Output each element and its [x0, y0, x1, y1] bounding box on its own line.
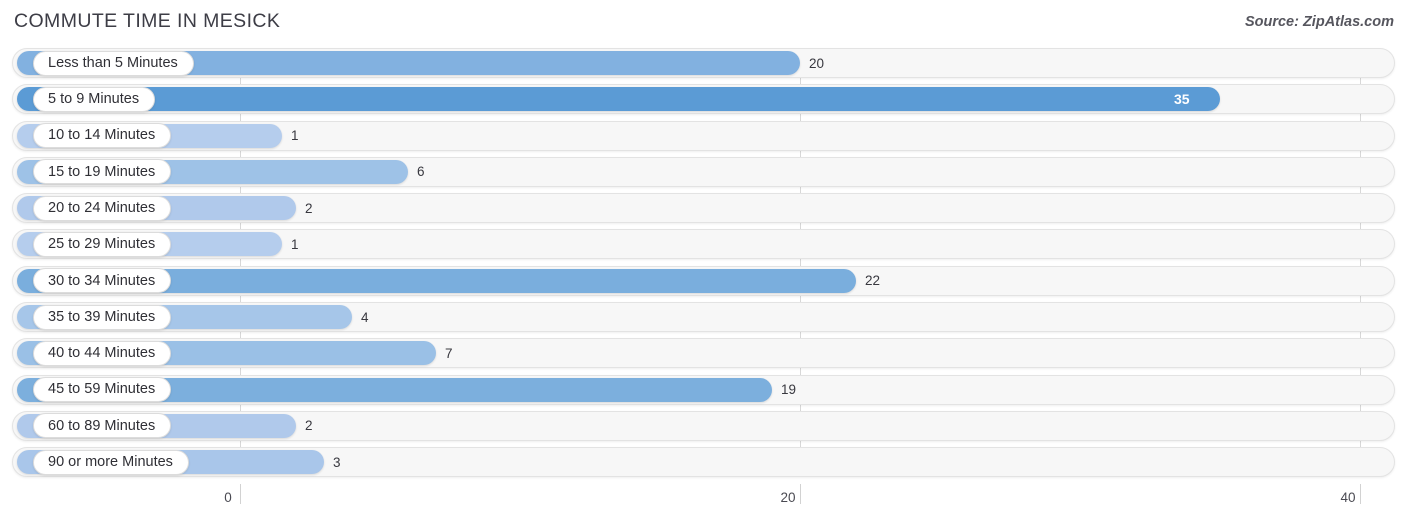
bar-value-label: 6 — [417, 164, 425, 180]
bar-category-label: 40 to 44 Minutes — [33, 340, 172, 366]
bar-category-label: 45 to 59 Minutes — [33, 377, 172, 403]
bar-value-label: 35 — [1174, 91, 1190, 108]
bar-category-label: 30 to 34 Minutes — [33, 268, 172, 294]
bar-row[interactable]: Less than 5 Minutes 20 — [0, 48, 1406, 78]
bar-row[interactable]: 30 to 34 Minutes 22 — [0, 265, 1406, 296]
bar-row[interactable]: 15 to 19 Minutes 6 — [0, 156, 1406, 187]
bar-category-label-text: Less than 5 Minutes — [48, 54, 178, 71]
bar-row[interactable]: 20 to 24 Minutes 2 — [0, 193, 1406, 224]
bar-value-label: 19 — [781, 382, 797, 398]
bar-category-label: 5 to 9 Minutes — [33, 86, 156, 112]
bar-category-label-text: 90 or more Minutes — [48, 454, 173, 471]
bar-row[interactable]: 45 to 59 Minutes 19 — [0, 374, 1406, 405]
bar-row[interactable]: 25 to 29 Minutes 1 — [0, 229, 1406, 260]
tick-label-0: 0 — [224, 490, 232, 505]
bar-category-label: 10 to 14 Minutes — [33, 123, 172, 149]
bar-value-label: 4 — [361, 309, 369, 325]
bar-value-label: 1 — [291, 236, 299, 252]
bar-category-label-text: 60 to 89 Minutes — [48, 417, 156, 434]
bar-category-label: 60 to 89 Minutes — [33, 413, 172, 439]
bar-category-label: 35 to 39 Minutes — [33, 304, 172, 330]
tick-mark-0 — [240, 484, 241, 504]
bar-row[interactable]: 90 or more Minutes 3 — [0, 447, 1406, 478]
bar-category-label: 90 or more Minutes — [33, 449, 189, 475]
bar-row[interactable]: 10 to 14 Minutes 1 — [0, 120, 1406, 151]
bar-fill — [17, 87, 1220, 112]
tick-label-40: 40 — [1340, 490, 1356, 505]
bar-category-label-text: 40 to 44 Minutes — [48, 345, 156, 362]
page-title: COMMUTE TIME IN MESICK — [14, 10, 281, 32]
bar-value-label: 2 — [305, 418, 313, 434]
bar-value-label: 3 — [333, 454, 341, 470]
bar-value-label: 7 — [445, 345, 453, 361]
bar-category-label: 20 to 24 Minutes — [33, 195, 172, 221]
bar-category-label-text: 20 to 24 Minutes — [48, 199, 156, 216]
bar-row[interactable]: 40 to 44 Minutes 7 — [0, 338, 1406, 369]
bar-value-label: 2 — [305, 200, 313, 216]
bar-rows: Less than 5 Minutes 20 5 to 9 Minutes 35 10 … — [0, 48, 1406, 484]
bar-category-label-text: 45 to 59 Minutes — [48, 381, 156, 398]
bar-category-label: 15 to 19 Minutes — [33, 159, 172, 185]
bar-row[interactable]: 60 to 89 Minutes 2 — [0, 410, 1406, 441]
bar-value-label: 22 — [865, 273, 881, 289]
tick-mark-40 — [1360, 484, 1361, 504]
x-axis: 0 20 40 — [0, 484, 1406, 524]
bar-value-label: 20 — [809, 55, 825, 71]
commute-time-bar-chart: COMMUTE TIME IN MESICK Source: ZipAtlas.… — [0, 0, 1406, 524]
source-attribution: Source: ZipAtlas.com — [1244, 14, 1394, 30]
bar-category-label-text: 15 to 19 Minutes — [48, 163, 156, 180]
bar-category-label-text: 5 to 9 Minutes — [48, 91, 140, 108]
bar-category-label: Less than 5 Minutes — [33, 50, 194, 76]
bar-category-label-text: 10 to 14 Minutes — [48, 127, 156, 144]
bar-value-label: 1 — [291, 128, 299, 144]
plot-area: Less than 5 Minutes 20 5 to 9 Minutes 35 10 … — [0, 48, 1406, 484]
tick-mark-20 — [800, 484, 801, 504]
bar-category-label-text: 35 to 39 Minutes — [48, 308, 156, 325]
bar-category-label: 25 to 29 Minutes — [33, 231, 172, 257]
bar-category-label-text: 30 to 34 Minutes — [48, 272, 156, 289]
bar-category-label-text: 25 to 29 Minutes — [48, 236, 156, 253]
bar-row[interactable]: 5 to 9 Minutes 35 — [0, 84, 1406, 115]
tick-label-20: 20 — [780, 490, 796, 505]
bar-row[interactable]: 35 to 39 Minutes 4 — [0, 302, 1406, 333]
